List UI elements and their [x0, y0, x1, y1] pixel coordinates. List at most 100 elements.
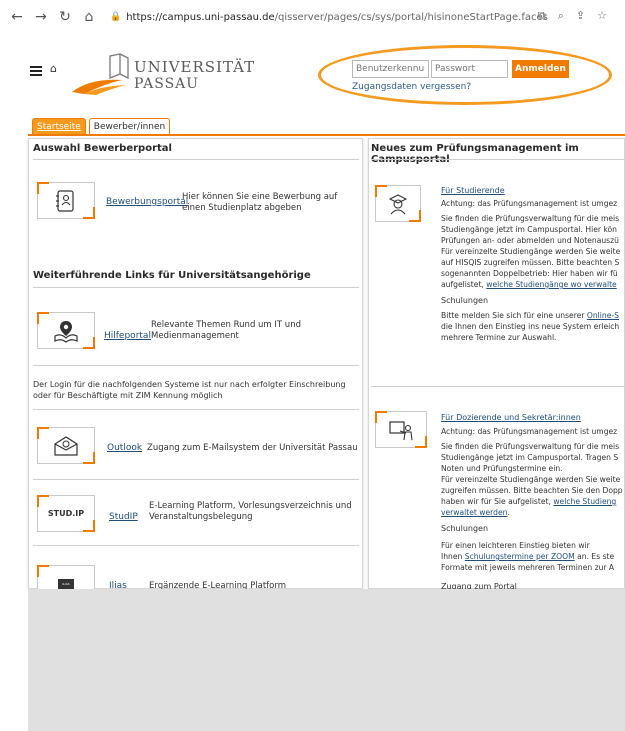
- share-icon[interactable]: ⇪: [576, 9, 585, 23]
- right-panel: Neues zum Prüfungsmanagement im Campuspo…: [368, 138, 625, 589]
- username-input[interactable]: [352, 60, 429, 78]
- staff-line: Achtung: das Prüfungsmanagement ist umge…: [441, 427, 618, 436]
- tab-bar: Startseite Bewerber/innen: [32, 118, 173, 135]
- left-strip: [0, 589, 28, 731]
- staff-line: verwaltet werden.: [441, 508, 625, 519]
- news-title: Neues zum Prüfungsmanagement im Campuspo…: [371, 143, 579, 165]
- presenter-board-icon: [389, 420, 413, 440]
- staff-line-text: haben wir für Sie aufgelistet,: [441, 497, 554, 506]
- students-line: mehrere Termine zur Auswahl.: [441, 333, 557, 342]
- bewerbungsportal-desc: Hier können Sie eine Bewerbung auf einen…: [182, 192, 338, 213]
- ilias-desc: Ergänzende E-Learning Platform: [149, 581, 287, 589]
- url-host: https://campus.uni-passau.de: [126, 11, 275, 23]
- staff-line-text: .: [507, 508, 510, 517]
- divider: [33, 409, 359, 410]
- left-panel: Auswahl Bewerberportal Bewerbungsportal …: [28, 138, 363, 589]
- password-input[interactable]: [431, 60, 508, 78]
- browser-toolbar: ← → ↻ ⌂ 🔒 https://campus.uni-passau.de/q…: [0, 0, 625, 34]
- university-logo[interactable]: UNIVERSITÄT PASSAU: [70, 52, 254, 96]
- divider: [33, 287, 359, 288]
- students-line-text: Bitte melden Sie sich für eine unserer: [441, 311, 587, 320]
- lecturer-icon-box: [375, 411, 427, 448]
- back-arrow-icon[interactable]: ←: [10, 9, 24, 25]
- brand-line-2: PASSAU: [134, 76, 200, 92]
- staff-line-text: Ihnen: [441, 552, 465, 561]
- url-path: /qisserver/pages/cs/sys/portal/hisinoneS…: [274, 11, 548, 23]
- studip-icon-box[interactable]: STUD.IP: [37, 495, 95, 532]
- login-notice: Der Login für die nachfolgenden Systeme …: [33, 380, 346, 400]
- hilfe-icon-box[interactable]: [37, 312, 95, 349]
- students-line: auf HISQIS zugreifen müssen. Bitte beach…: [441, 258, 620, 267]
- divider: [33, 479, 359, 480]
- bewerbungsportal-link[interactable]: Bewerbungsportal: [106, 197, 188, 207]
- studiengaenge-staff-link[interactable]: welche Studieng: [553, 497, 616, 506]
- studiengaenge-link[interactable]: welche Studiengänge wo verwalte: [486, 280, 616, 289]
- staff-line: Studiengänge jetzt im Campusportal. Trag…: [441, 453, 619, 462]
- brand-line-1: UNIVERSITÄT: [134, 58, 256, 76]
- divider: [33, 159, 359, 160]
- students-heading[interactable]: Für Studierende: [441, 186, 505, 195]
- portal-access: Zugang zum Portal: [441, 582, 517, 589]
- reload-icon[interactable]: ↻: [58, 9, 72, 25]
- ilias-link[interactable]: Ilias: [109, 581, 127, 589]
- page-content: ⌂ UNIVERSITÄT PASSAU Anmelden Zugangsdat…: [0, 34, 625, 589]
- staff-line: Für vereinzelte Studiengänge werden Sie …: [441, 475, 621, 484]
- address-bar[interactable]: 🔒 https://campus.uni-passau.de/qisserver…: [110, 12, 548, 23]
- students-line: Sie finden die Prüfungsverwaltung für di…: [441, 214, 620, 223]
- ilias-icon-box[interactable]: ILIAS: [37, 565, 95, 589]
- students-schulungen: Schulungen: [441, 296, 489, 305]
- zoom-icon[interactable]: ⌕: [558, 9, 564, 23]
- menu-hamburger-icon[interactable]: [30, 66, 42, 76]
- divider: [371, 386, 625, 387]
- verwaltet-werden-link[interactable]: verwaltet werden: [441, 508, 507, 517]
- outlook-link[interactable]: Outlook: [107, 443, 142, 453]
- staff-schulungen: Schulungen: [441, 524, 489, 533]
- staff-line: haben wir für Sie aufgelistet, welche St…: [441, 497, 625, 508]
- students-line: Für vereinzelte Studiengänge werden Sie …: [441, 247, 621, 256]
- online-schulung-link[interactable]: Online-S: [587, 311, 619, 320]
- forgot-credentials-link[interactable]: Zugangsdaten vergessen?: [352, 82, 471, 92]
- students-line: Achtung: das Prüfungsmanagement ist umge…: [441, 199, 618, 208]
- hilfeportal-desc: Relevante Themen Rund um IT und Medienma…: [151, 320, 301, 341]
- staff-line: Formate mit jeweils mehreren Terminen zu…: [441, 563, 615, 572]
- outlook-desc: Zugang zum E-Mailsystem der Universität …: [147, 443, 358, 453]
- bewerbung-icon-box[interactable]: [37, 182, 95, 219]
- staff-line: Noten und Prüfungstermine ein.: [441, 464, 563, 473]
- tab-startseite[interactable]: Startseite: [32, 118, 86, 135]
- divider: [33, 545, 359, 546]
- login-button[interactable]: Anmelden: [512, 60, 569, 78]
- studip-logo: STUD.IP: [47, 509, 85, 518]
- students-line: Prüfungen an- oder abmelden und Notenaus…: [441, 236, 619, 245]
- bookmark-star-icon[interactable]: ☆: [597, 9, 607, 23]
- lock-icon: 🔒: [110, 12, 122, 22]
- zoom-schulung-link[interactable]: Schulungstermine per ZOOM: [465, 552, 575, 561]
- bewerberportal-title: Auswahl Bewerberportal: [33, 143, 172, 154]
- map-pin-book-icon: [54, 320, 78, 343]
- login-form: Anmelden: [352, 60, 569, 78]
- tab-underline: [28, 134, 625, 136]
- forward-arrow-icon[interactable]: →: [34, 9, 48, 25]
- divider: [33, 365, 359, 366]
- students-line: aufgelistet, welche Studiengänge wo verw…: [441, 280, 625, 291]
- house-icon[interactable]: ⌂: [50, 62, 57, 75]
- address-book-icon: [56, 189, 74, 212]
- graduate-icon: [388, 193, 408, 214]
- students-line: die Ihnen den Einstieg ins neue System e…: [441, 322, 620, 331]
- students-line: Studiengänge jetzt im Campusportal. Hier…: [441, 225, 617, 234]
- students-line-text: aufgelistet,: [441, 280, 487, 289]
- divider: [371, 159, 625, 160]
- home-icon[interactable]: ⌂: [82, 9, 96, 25]
- staff-line: Sie finden die Prüfungsverwaltung für di…: [441, 442, 620, 451]
- envelope-at-icon: [54, 435, 78, 456]
- staff-line: Für einen leichteren Einstieg bieten wir: [441, 541, 590, 550]
- staff-line-text: an. Es ste: [574, 552, 615, 561]
- staff-heading[interactable]: Für Dozierende und Sekretär:innen: [441, 413, 581, 422]
- students-line: sogenannten Doppelbetrieb: Hier haben wi…: [441, 269, 618, 278]
- logo-mark-icon: [72, 53, 129, 95]
- studip-link[interactable]: StudIP: [109, 512, 138, 522]
- staff-line: Ihnen Schulungstermine per ZOOM an. Es s…: [441, 552, 625, 563]
- hilfeportal-link[interactable]: Hilfeportal: [104, 331, 151, 341]
- outlook-icon-box[interactable]: [37, 427, 95, 464]
- tab-bewerber[interactable]: Bewerber/innen: [88, 118, 171, 135]
- install-app-icon[interactable]: ⧉: [538, 9, 546, 23]
